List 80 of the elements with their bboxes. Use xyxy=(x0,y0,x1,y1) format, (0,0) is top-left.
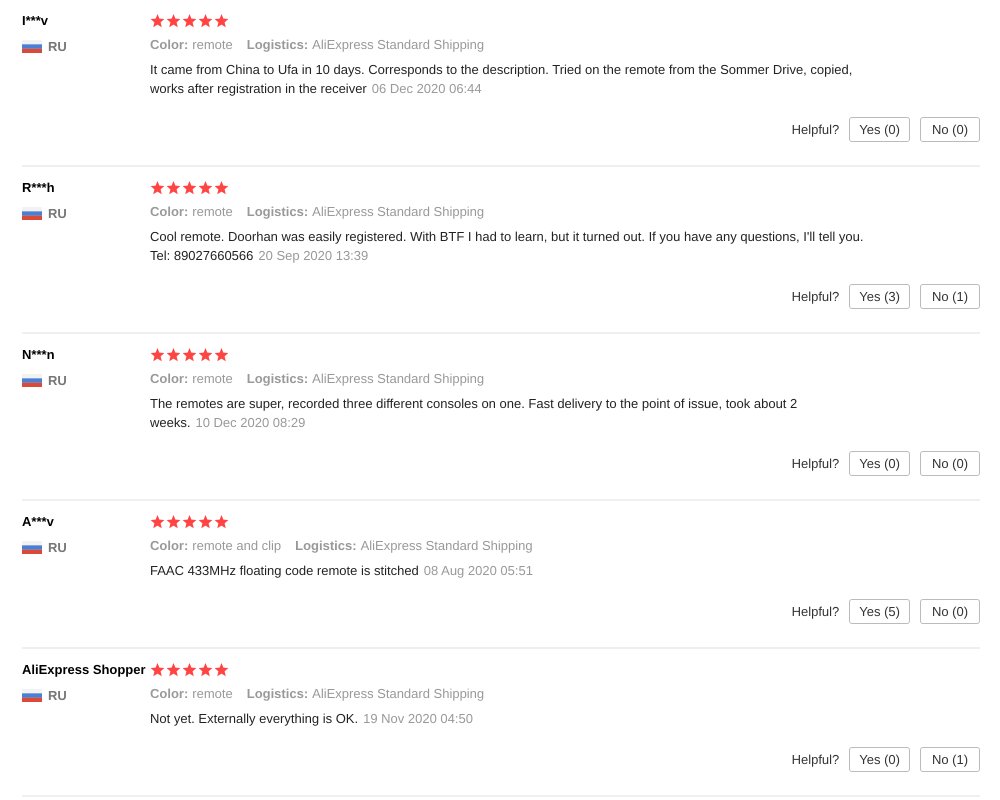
color-value: remote and clip xyxy=(192,537,282,555)
yes-button[interactable]: Yes (3) xyxy=(849,284,910,309)
flag-icon xyxy=(22,689,42,702)
no-button[interactable]: No (1) xyxy=(920,747,980,772)
review-text: It came from China to Ufa in 10 days. Corresponds to the description. Tried on the remote from the Sommer Drive, copied, works after registration in the receiver 06 Dec 2020 06:44 xyxy=(150,61,854,98)
logistics-label: Logistics: xyxy=(246,370,308,388)
helpful-label: Helpful? xyxy=(792,752,840,767)
helpful-label: Helpful? xyxy=(792,456,840,471)
star-icon xyxy=(150,181,165,195)
review-text: FAAC 433MHz floating code remote is stitched 08 Aug 2020 05:51 xyxy=(150,562,533,580)
star-icon xyxy=(150,348,165,362)
review-text: Cool remote. Doorhan was easily registered. With BTF I had to learn, but it turned out. If you have any questions, I'll tell you. Tel: 89027660566 20 Sep 2020 13:39 xyxy=(150,228,865,265)
country-code: RU xyxy=(48,688,67,703)
star-icon xyxy=(182,348,197,362)
color-value: remote xyxy=(192,370,233,388)
review-text: The remotes are super, recorded three different consoles on one. Fast delivery to the point of issue, took about 2 weeks. 10 Dec 2020 08:29 xyxy=(150,395,798,432)
reviewer-name: N***n xyxy=(22,346,56,364)
flag-icon xyxy=(22,207,42,220)
star-icon xyxy=(150,14,165,28)
star-icon xyxy=(182,663,197,677)
star-icon xyxy=(214,181,229,195)
country-code: RU xyxy=(48,39,67,54)
no-button[interactable]: No (0) xyxy=(920,117,980,142)
color-value: remote xyxy=(192,685,233,703)
logistics-label: Logistics: xyxy=(295,537,357,555)
review-text: Not yet. Externally everything is OK. 19 Nov 2020 04:50 xyxy=(150,710,473,728)
helpful-label: Helpful? xyxy=(792,289,840,304)
flag-icon xyxy=(22,374,42,387)
no-button[interactable]: No (1) xyxy=(920,284,980,309)
country-code: RU xyxy=(48,206,67,221)
yes-button[interactable]: Yes (0) xyxy=(849,117,910,142)
star-icon xyxy=(166,181,181,195)
star-icon xyxy=(214,348,229,362)
star-icon xyxy=(198,181,213,195)
star-icon xyxy=(182,181,197,195)
color-label: Color: xyxy=(150,370,188,388)
helpful-label: Helpful? xyxy=(792,122,840,137)
no-button[interactable]: No (0) xyxy=(920,451,980,476)
star-icon xyxy=(166,348,181,362)
logistics-value: AliExpress Standard Shipping xyxy=(312,685,484,703)
reviewer-name: I***v xyxy=(22,12,50,30)
logistics-label: Logistics: xyxy=(246,685,308,703)
star-icon xyxy=(214,515,229,529)
logistics-value: AliExpress Standard Shipping xyxy=(312,203,484,221)
star-icon xyxy=(150,663,165,677)
country-code: RU xyxy=(48,540,67,555)
no-button[interactable]: No (0) xyxy=(920,599,980,624)
country-code: RU xyxy=(48,373,67,388)
helpful-label: Helpful? xyxy=(792,604,840,619)
reviewer-name: A***v xyxy=(22,513,55,531)
star-icon xyxy=(198,348,213,362)
star-icon xyxy=(166,515,181,529)
color-label: Color: xyxy=(150,36,188,54)
flag-icon xyxy=(22,40,42,53)
color-label: Color: xyxy=(150,685,188,703)
star-icon xyxy=(198,14,213,28)
star-icon xyxy=(214,14,229,28)
color-value: remote xyxy=(192,203,233,221)
logistics-value: AliExpress Standard Shipping xyxy=(312,36,484,54)
logistics-label: Logistics: xyxy=(246,203,308,221)
star-icon xyxy=(166,14,181,28)
color-value: remote xyxy=(192,36,233,54)
flag-icon xyxy=(22,541,42,554)
star-icon xyxy=(198,663,213,677)
logistics-value: AliExpress Standard Shipping xyxy=(312,370,484,388)
reviewer-name: AliExpress Shopper xyxy=(22,661,147,679)
yes-button[interactable]: Yes (5) xyxy=(849,599,910,624)
star-icon xyxy=(182,515,197,529)
color-label: Color: xyxy=(150,537,188,555)
star-icon xyxy=(150,515,165,529)
reviewer-name: R***h xyxy=(22,179,56,197)
logistics-label: Logistics: xyxy=(246,36,308,54)
yes-button[interactable]: Yes (0) xyxy=(849,747,910,772)
star-icon xyxy=(214,663,229,677)
logistics-value: AliExpress Standard Shipping xyxy=(360,537,533,555)
star-icon xyxy=(182,14,197,28)
star-icon xyxy=(166,663,181,677)
yes-button[interactable]: Yes (0) xyxy=(849,451,910,476)
star-icon xyxy=(198,515,213,529)
color-label: Color: xyxy=(150,203,188,221)
